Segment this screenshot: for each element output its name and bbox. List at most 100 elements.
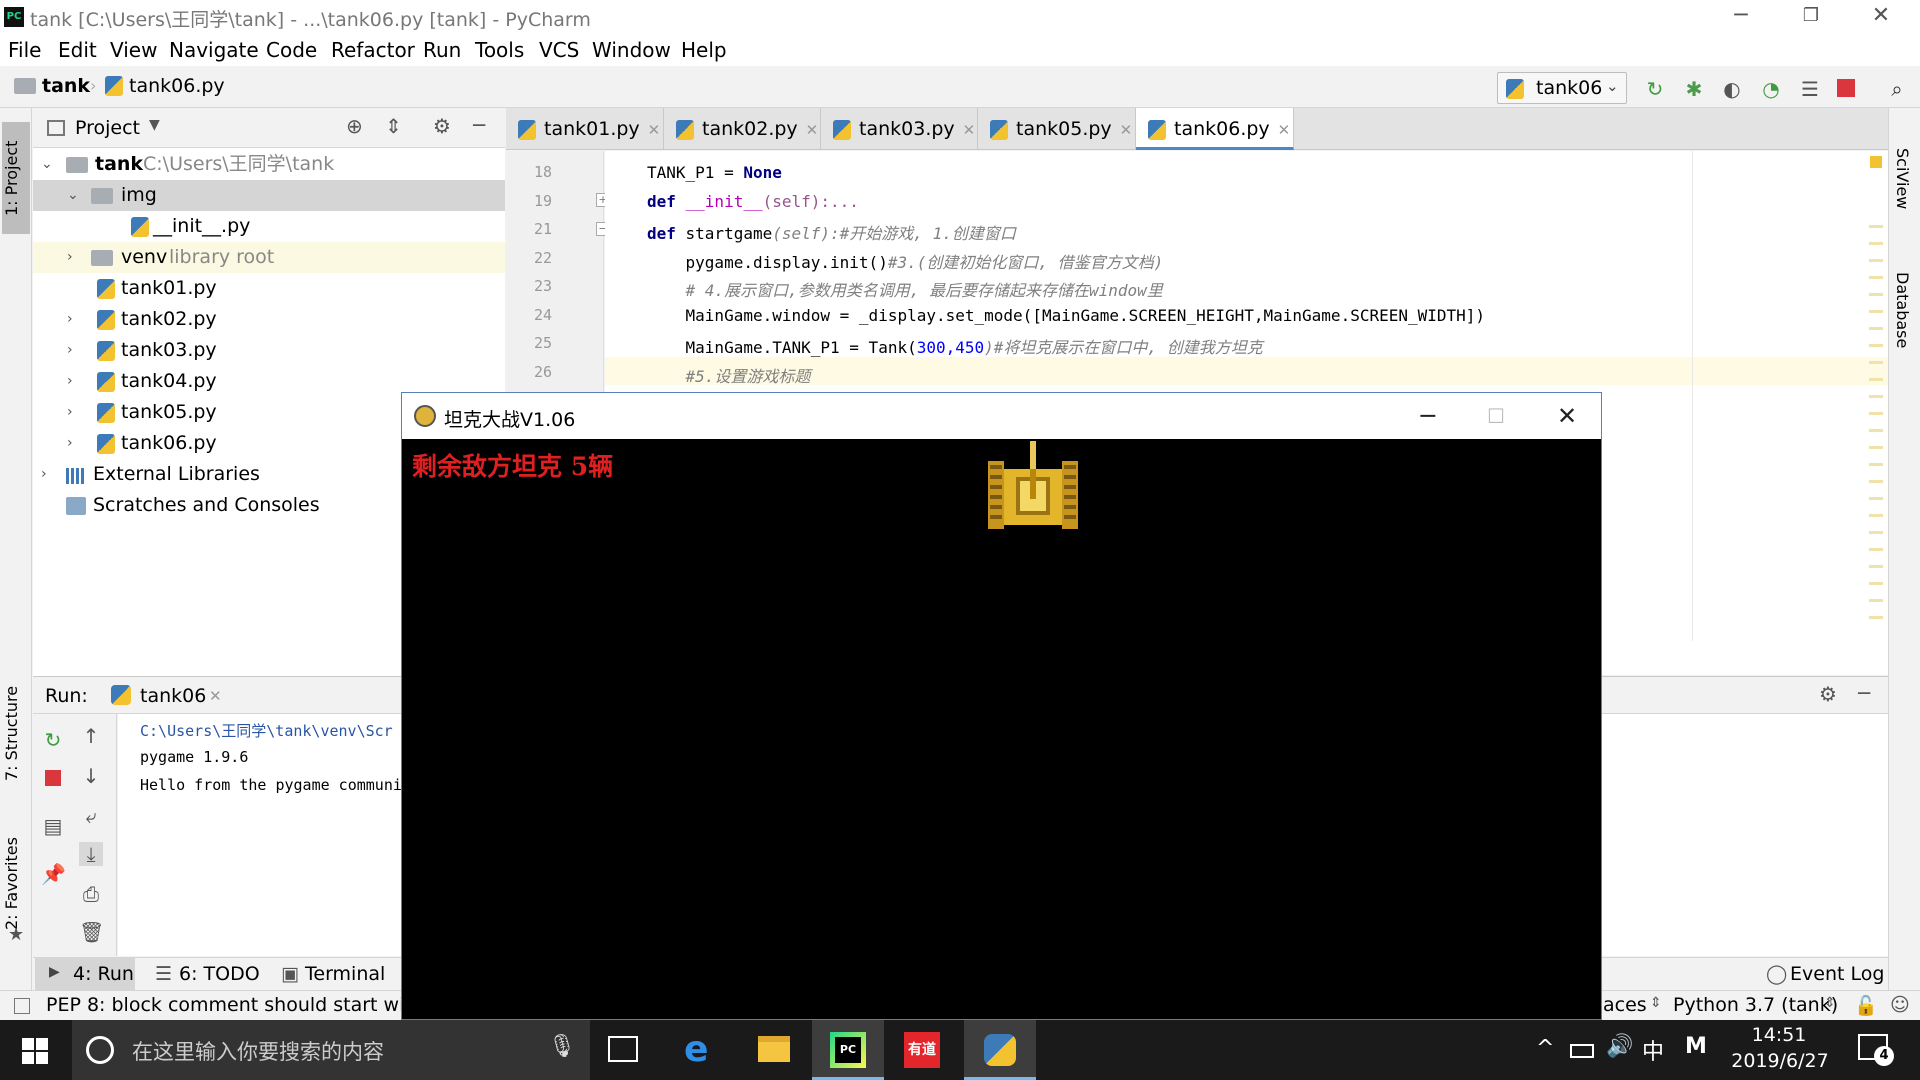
stop-icon[interactable] [45, 770, 61, 786]
profile-icon[interactable]: ◔ [1759, 77, 1783, 101]
close-icon[interactable]: ✕ [1542, 397, 1592, 435]
stop-icon[interactable] [1837, 79, 1855, 97]
battery-icon[interactable] [1570, 1044, 1594, 1058]
inspection-status-icon[interactable] [1870, 156, 1882, 168]
status-toggle-icon[interactable] [14, 998, 30, 1014]
chevron-right-icon[interactable]: › [67, 428, 73, 459]
status-message[interactable]: PEP 8: block comment should start with '… [46, 994, 451, 1016]
down-arrow-icon[interactable]: ↓ [79, 764, 103, 788]
chevron-down-icon[interactable]: ▼ [149, 117, 160, 133]
debug-icon[interactable]: ✱ [1682, 77, 1706, 101]
menu-tools[interactable]: Tools [475, 38, 524, 62]
close-icon[interactable]: ✕ [648, 121, 661, 139]
restore-layout-icon[interactable]: ▤ [41, 814, 65, 838]
indent-setting[interactable]: aces [1603, 994, 1647, 1016]
tree-item-tank[interactable]: ⌄ tank C:\Users\王同学\tank [33, 149, 505, 180]
tab-structure-tool[interactable]: 7: Structure [2, 668, 30, 798]
close-icon[interactable]: ✕ [963, 121, 976, 139]
chevron-down-icon[interactable]: ⌄ [67, 180, 79, 211]
tree-item-venv[interactable]: › venv library root [33, 242, 505, 273]
tree-item-tank02[interactable]: › tank02.py [33, 304, 505, 335]
menu-vcs[interactable]: VCS [539, 38, 579, 62]
hide-panel-icon[interactable]: ─ [473, 113, 485, 137]
coverage-icon[interactable]: ◐ [1720, 77, 1744, 101]
locate-icon[interactable]: ⊕ [346, 114, 363, 138]
trash-icon[interactable]: 🗑 [79, 920, 104, 944]
tab-database[interactable]: Database [1893, 272, 1912, 348]
tab-tank01[interactable]: tank01.py ✕ [506, 108, 664, 150]
taskbar-app-youdao[interactable]: 有道 [886, 1020, 958, 1080]
minimize-icon[interactable]: ─ [1403, 397, 1453, 435]
rerun-icon[interactable]: ↻ [1643, 77, 1667, 101]
taskbar-app-edge[interactable]: e [664, 1020, 736, 1080]
menu-refactor[interactable]: Refactor [331, 38, 415, 62]
clock-time[interactable]: 14:51 [1744, 1024, 1814, 1046]
tab-tank03[interactable]: tank03.py ✕ [821, 108, 978, 150]
restore-icon[interactable]: ❐ [1776, 0, 1846, 34]
hide-panel-icon[interactable]: ─ [1858, 681, 1870, 705]
microphone-icon[interactable]: 🎙 [548, 1034, 576, 1059]
tree-item-img[interactable]: ⌄ img [33, 180, 505, 211]
tab-tank05[interactable]: tank05.py ✕ [978, 108, 1136, 150]
minimize-icon[interactable]: ─ [1706, 0, 1776, 34]
search-everywhere-icon[interactable]: ⌕ [1885, 77, 1909, 101]
close-icon[interactable]: ✕ [209, 687, 222, 705]
inspector-icon[interactable]: ☺ [1890, 994, 1910, 1016]
rerun-icon[interactable]: ↻ [41, 728, 65, 752]
tab-project-tool[interactable]: 1: Project [2, 122, 30, 234]
close-icon[interactable]: ✕ [1278, 121, 1291, 139]
up-arrow-icon[interactable]: ↑ [79, 724, 103, 748]
chevron-down-icon[interactable]: ⌄ [41, 149, 53, 180]
run-tab-label[interactable]: tank06 [140, 685, 206, 707]
breadcrumb-project[interactable]: tank [42, 75, 90, 97]
tab-run-tool[interactable]: ▶ 4: Run [35, 958, 135, 991]
breadcrumb-file[interactable]: tank06.py [129, 75, 225, 97]
menu-edit[interactable]: Edit [58, 38, 97, 62]
tab-tank06[interactable]: tank06.py ✕ [1136, 108, 1294, 150]
tree-item-tank01[interactable]: tank01.py [33, 273, 505, 304]
menu-view[interactable]: View [110, 38, 157, 62]
chevron-right-icon[interactable]: › [67, 366, 73, 397]
chevron-right-icon[interactable]: › [67, 304, 73, 335]
menu-window[interactable]: Window [592, 38, 671, 62]
collapse-all-icon[interactable]: ⇕ [385, 114, 402, 138]
ime-indicator-icon[interactable]: M [1685, 1034, 1707, 1059]
pin-icon[interactable]: 📌 [41, 862, 66, 886]
chevron-up-icon[interactable]: ^ [1536, 1036, 1554, 1061]
taskbar-app-pycharm[interactable]: PC [812, 1020, 884, 1080]
interpreter-setting[interactable]: Python 3.7 (tank) [1673, 994, 1838, 1016]
game-window[interactable]: 坦克大战V1.06 ─ ☐ ✕ 剩余敌方坦克 5辆 [401, 392, 1602, 1020]
soft-wrap-icon[interactable]: ⤶ [79, 804, 103, 828]
menu-help[interactable]: Help [681, 38, 727, 62]
project-view-title[interactable]: Project [75, 117, 140, 139]
scroll-to-end-icon[interactable]: ⤓ [79, 842, 103, 866]
print-icon[interactable]: ⎙ [79, 882, 103, 906]
action-center-icon[interactable]: 4 [1858, 1034, 1894, 1066]
menu-code[interactable]: Code [266, 38, 317, 62]
close-icon[interactable]: ✕ [1846, 0, 1916, 34]
volume-icon[interactable]: 🔊 [1606, 1034, 1633, 1059]
error-stripe[interactable] [1869, 211, 1883, 631]
close-icon[interactable]: ✕ [806, 121, 819, 139]
tab-tank02[interactable]: tank02.py ✕ [664, 108, 821, 150]
menu-file[interactable]: File [8, 38, 41, 62]
taskbar-app-python[interactable] [964, 1020, 1036, 1080]
menu-navigate[interactable]: Navigate [169, 38, 259, 62]
taskbar-app-explorer[interactable] [738, 1020, 810, 1080]
chevron-right-icon[interactable]: › [67, 397, 73, 428]
tree-item-init[interactable]: __init__.py [33, 211, 505, 242]
close-icon[interactable]: ✕ [1120, 121, 1133, 139]
lock-icon[interactable]: 🔓 [1854, 994, 1878, 1017]
chevron-right-icon[interactable]: › [41, 459, 47, 490]
gear-icon[interactable]: ⚙ [1819, 682, 1837, 706]
ime-mode[interactable]: 中 [1642, 1034, 1664, 1066]
tree-item-tank03[interactable]: › tank03.py [33, 335, 505, 366]
tab-sciview[interactable]: SciView [1893, 148, 1912, 209]
taskbar-search[interactable]: 在这里输入你要搜索的内容 🎙 [72, 1020, 590, 1080]
task-view-icon[interactable] [608, 1036, 638, 1062]
concurrency-icon[interactable]: ☰ [1798, 77, 1822, 101]
chevron-right-icon[interactable]: › [67, 242, 73, 273]
menu-run[interactable]: Run [423, 38, 461, 62]
clock-date[interactable]: 2019/6/27 [1730, 1050, 1830, 1072]
chevron-right-icon[interactable]: › [67, 335, 73, 366]
